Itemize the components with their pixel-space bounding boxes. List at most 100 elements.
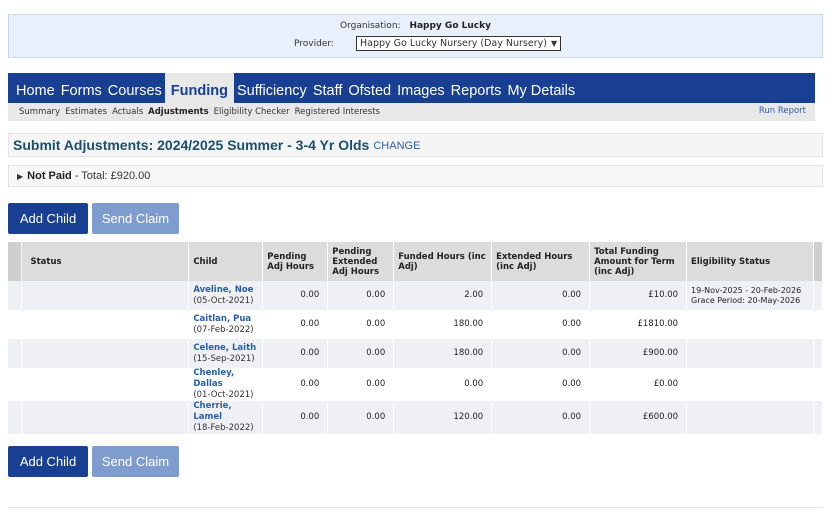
nav-sufficiency[interactable]: Sufficiency <box>234 73 310 103</box>
child-dob: (07-Feb-2022) <box>193 324 254 335</box>
row-edge <box>8 401 23 434</box>
child-cell: Celene, Laith (15-Sep-2021) <box>188 339 264 368</box>
nav-courses[interactable]: Courses <box>105 73 165 103</box>
total-funding-cell: £0.00 <box>589 368 688 401</box>
eligibility-cell: 19-Nov-2025 - 20-Feb-2026 Grace Period: 2… <box>686 281 814 310</box>
status-cell <box>21 339 190 368</box>
funded-hours-cell: 180.00 <box>393 310 493 339</box>
subnav-actuals[interactable]: Actuals <box>112 107 143 117</box>
status-cell <box>21 368 190 401</box>
pending-ext-cell: 0.00 <box>327 339 395 368</box>
pending-adj-cell: 0.00 <box>262 339 329 368</box>
row-right-edge <box>813 339 824 368</box>
status-cell <box>21 310 190 339</box>
organisation-line: Organisation: Happy Go Lucky <box>9 21 822 31</box>
extended-hours-cell: 0.00 <box>491 310 591 339</box>
extended-hours-cell: 0.00 <box>491 368 591 401</box>
table-row: Celene, Laith (15-Sep-2021) 0.00 0.00 180… <box>8 339 824 368</box>
subnav-summary[interactable]: Summary <box>19 107 60 117</box>
status-cell <box>21 281 190 310</box>
total-funding-cell: £1810.00 <box>589 310 688 339</box>
nav-images[interactable]: Images <box>394 73 448 103</box>
add-child-button[interactable]: Add Child <box>8 203 88 234</box>
row-right-edge <box>813 310 824 339</box>
funded-hours-cell: 2.00 <box>393 281 493 310</box>
subnav-adjustments[interactable]: Adjustments <box>148 107 209 117</box>
nav-reports[interactable]: Reports <box>448 73 505 103</box>
total-funding-cell: £10.00 <box>589 281 688 310</box>
subnav-eligibility-checker[interactable]: Eligibility Checker <box>214 107 290 117</box>
header-pending-adj[interactable]: Pending Adj Hours <box>262 242 329 281</box>
table-row: Aveline, Noe (05-Oct-2021) 0.00 0.00 2.00… <box>8 281 824 310</box>
extended-hours-cell: 0.00 <box>491 339 591 368</box>
organisation-label: Organisation: <box>340 21 401 31</box>
child-name-link[interactable]: Cherrie, Lamel <box>193 401 258 423</box>
funded-hours-cell: 0.00 <box>393 368 493 401</box>
total-funding-cell: £900.00 <box>589 339 688 368</box>
row-edge <box>8 310 23 339</box>
header-extended-hours[interactable]: Extended Hours (inc Adj) <box>491 242 591 281</box>
table-header-row: Status Child Pending Adj Hours Pending E… <box>8 242 824 281</box>
header-eligibility[interactable]: Eligibility Status <box>686 242 814 281</box>
pending-adj-cell: 0.00 <box>262 401 329 434</box>
nav-staff[interactable]: Staff <box>310 73 346 103</box>
pending-ext-cell: 0.00 <box>327 368 395 401</box>
nav-ofsted[interactable]: Ofsted <box>345 73 394 103</box>
header-pending-ext[interactable]: Pending Extended Adj Hours <box>327 242 395 281</box>
header-funded-hours[interactable]: Funded Hours (inc Adj) <box>393 242 493 281</box>
page-title: Submit Adjustments: 2024/2025 Summer - 3… <box>13 137 370 153</box>
header-child[interactable]: Child <box>188 242 264 281</box>
pending-adj-cell: 0.00 <box>262 281 329 310</box>
table-row: Cherrie, Lamel (18-Feb-2022) 0.00 0.00 12… <box>8 401 824 434</box>
header-status[interactable]: Status <box>21 242 190 281</box>
eligibility-dates: 19-Nov-2025 - 20-Feb-2026 <box>691 285 802 295</box>
extended-hours-cell: 0.00 <box>491 281 591 310</box>
pending-adj-cell: 0.00 <box>262 368 329 401</box>
header-right-edge <box>813 242 824 281</box>
header-total-funding[interactable]: Total Funding Amount for Term (inc Adj) <box>589 242 688 281</box>
total-funding-cell: £600.00 <box>589 401 688 434</box>
child-name-link[interactable]: Caitlan, Pua <box>193 314 258 325</box>
row-edge <box>8 281 23 310</box>
child-cell: Caitlan, Pua (07-Feb-2022) <box>188 310 264 339</box>
child-name-link[interactable]: Chenley, Dallas <box>193 368 258 390</box>
row-right-edge <box>813 368 824 401</box>
organisation-panel: Organisation: Happy Go Lucky Provider: H… <box>8 14 823 58</box>
child-cell: Cherrie, Lamel (18-Feb-2022) <box>188 401 264 434</box>
organisation-name: Happy Go Lucky <box>409 21 491 31</box>
nav-funding[interactable]: Funding <box>164 73 234 103</box>
nav-forms[interactable]: Forms <box>58 73 105 103</box>
not-paid-toggle[interactable]: ▶ Not Paid - Total: £920.00 <box>8 165 823 187</box>
page-title-bar: Submit Adjustments: 2024/2025 Summer - 3… <box>8 133 823 157</box>
eligibility-grace: Grace Period: 20-May-2026 <box>691 295 801 305</box>
eligibility-cell <box>686 339 814 368</box>
row-right-edge <box>813 401 824 434</box>
nav-home[interactable]: Home <box>8 73 58 103</box>
child-name-link[interactable]: Aveline, Noe <box>193 285 258 296</box>
child-name-link[interactable]: Celene, Laith <box>193 343 258 354</box>
add-child-button-bottom[interactable]: Add Child <box>8 446 88 477</box>
pending-ext-cell: 0.00 <box>327 281 395 310</box>
adjustments-table: Status Child Pending Adj Hours Pending E… <box>8 242 824 434</box>
nav-my-details[interactable]: My Details <box>504 73 578 103</box>
not-paid-label: Not Paid <box>27 170 72 182</box>
funded-hours-cell: 180.00 <box>393 339 493 368</box>
pending-ext-cell: 0.00 <box>327 310 395 339</box>
table-row: Caitlan, Pua (07-Feb-2022) 0.00 0.00 180.… <box>8 310 824 339</box>
send-claim-button-bottom[interactable]: Send Claim <box>92 446 179 477</box>
send-claim-button[interactable]: Send Claim <box>92 203 179 234</box>
change-link[interactable]: CHANGE <box>373 140 420 152</box>
sub-nav: Summary Estimates Actuals Adjustments El… <box>8 103 815 121</box>
chevron-down-icon: ▼ <box>550 39 558 48</box>
provider-select[interactable]: Happy Go Lucky Nursery (Day Nursery) ▼ <box>356 36 562 51</box>
status-cell <box>21 401 190 434</box>
eligibility-cell <box>686 401 814 434</box>
main-nav: Home Forms Courses Funding Sufficiency S… <box>8 73 815 103</box>
child-dob: (15-Sep-2021) <box>193 353 255 364</box>
run-report-link[interactable]: Run Report <box>759 106 806 116</box>
subnav-estimates[interactable]: Estimates <box>65 107 107 117</box>
extended-hours-cell: 0.00 <box>491 401 591 434</box>
pending-ext-cell: 0.00 <box>327 401 395 434</box>
provider-select-value: Happy Go Lucky Nursery (Day Nursery) <box>360 38 547 49</box>
subnav-registered-interests[interactable]: Registered Interests <box>295 107 380 117</box>
